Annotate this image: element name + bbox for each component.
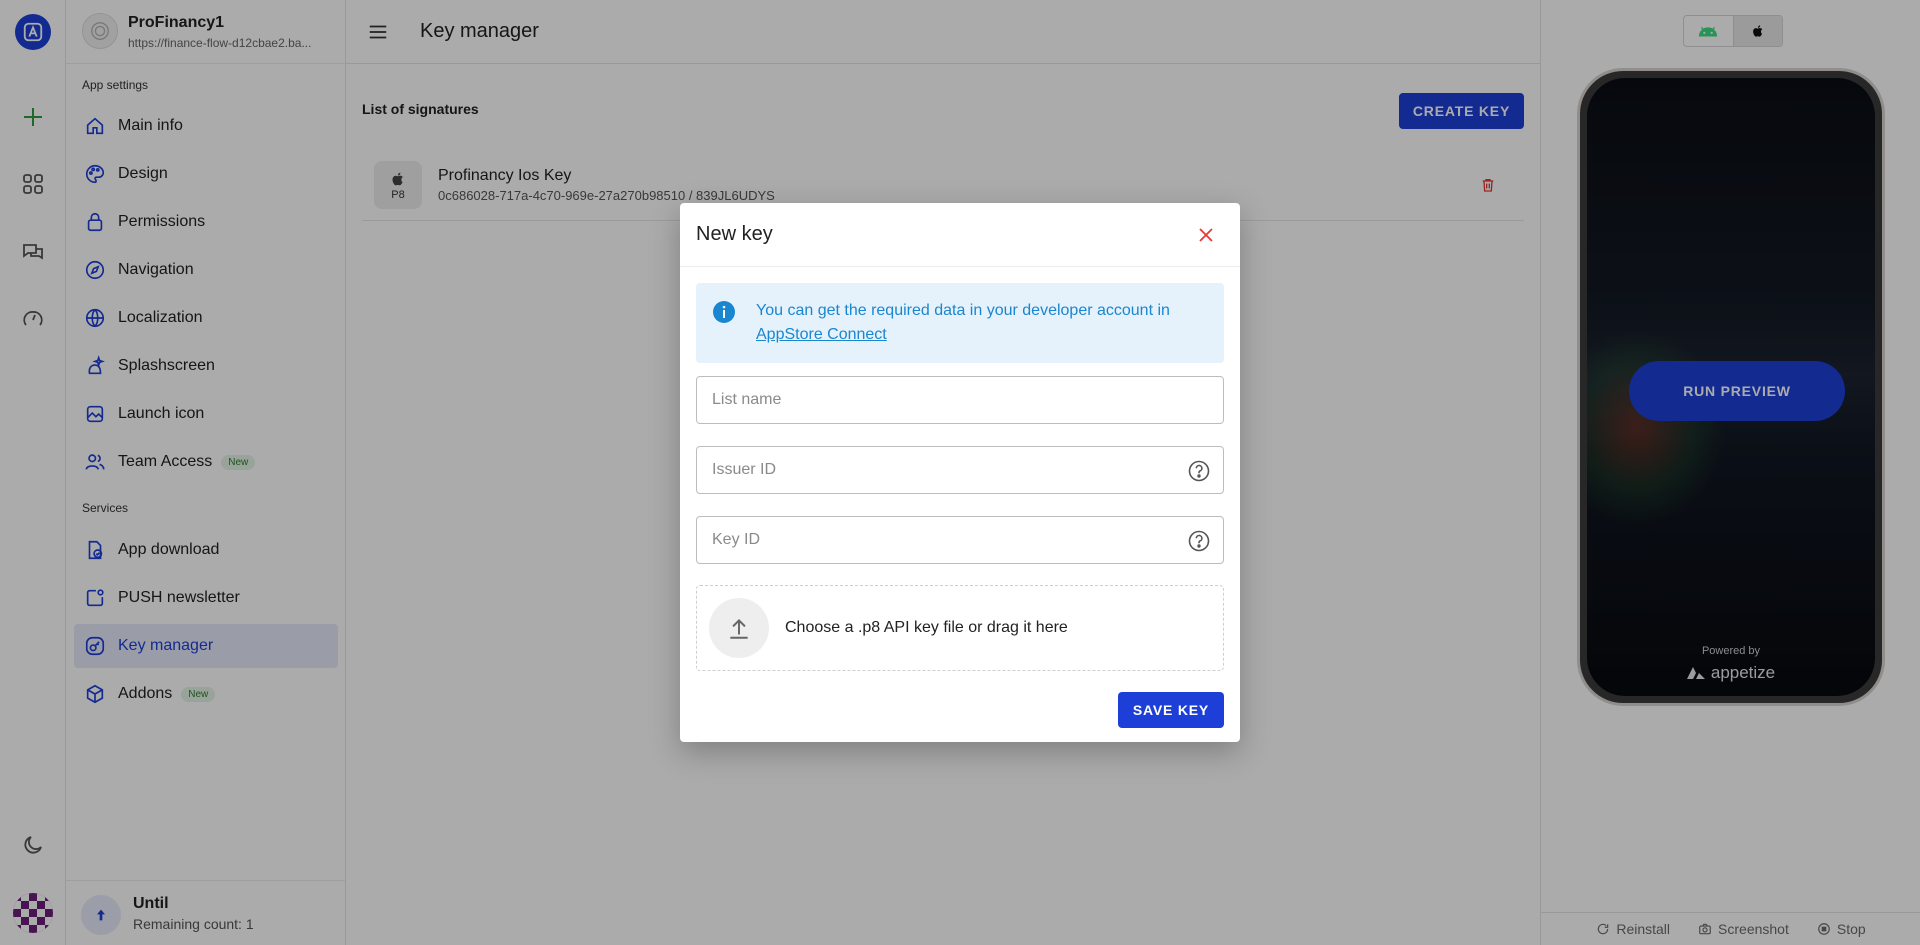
new-key-dialog: New key You can get the required data in… [680,203,1240,742]
close-icon[interactable] [1192,221,1220,249]
save-key-button[interactable]: SAVE KEY [1118,692,1224,728]
list-name-field[interactable] [696,376,1224,424]
upload-instructions: Choose a .p8 API key file or drag it her… [785,619,1068,636]
dialog-title: New key [696,223,773,245]
key-id-field[interactable] [696,516,1224,564]
issuer-id-field[interactable] [696,446,1224,494]
info-alert: You can get the required data in your de… [696,283,1224,363]
info-text: You can get the required data in your de… [756,299,1206,347]
upload-icon[interactable] [709,598,769,658]
issuer-id-input[interactable] [697,447,1223,493]
key-id-input[interactable] [697,517,1223,563]
appstore-connect-link[interactable]: AppStore Connect [756,326,887,343]
help-icon[interactable] [1187,529,1211,553]
info-message: You can get the required data in your de… [756,302,1170,319]
info-icon [713,301,735,323]
p8-file-dropzone[interactable]: Choose a .p8 API key file or drag it her… [696,585,1224,671]
help-icon[interactable] [1187,459,1211,483]
dialog-header: New key [680,203,1240,267]
list-name-input[interactable] [697,377,1223,423]
